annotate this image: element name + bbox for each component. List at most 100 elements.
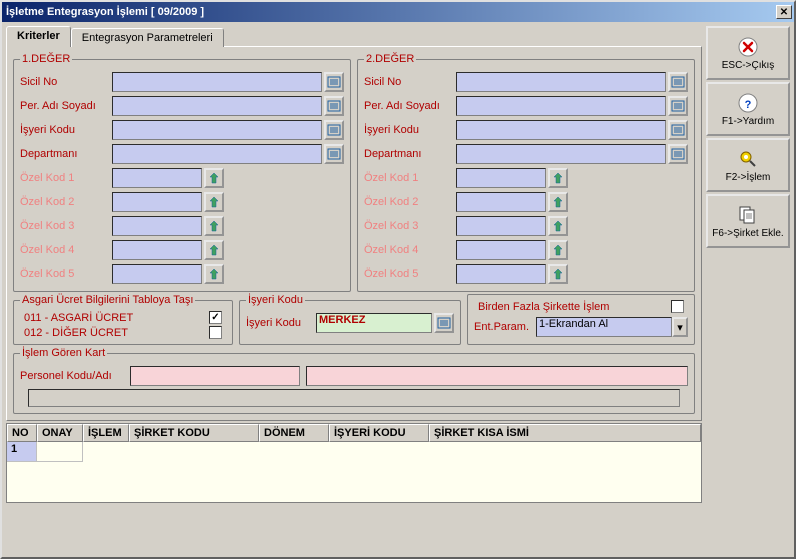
label-sicil-1: Sicil No bbox=[20, 76, 112, 88]
label-o1-1: Özel Kod 1 bbox=[20, 172, 112, 184]
group-islem-goren: İşlem Gören Kart Personel Kodu/Adı bbox=[13, 347, 695, 414]
table-row[interactable]: 1 bbox=[7, 442, 701, 462]
label-dep-1: Departmanı bbox=[20, 148, 112, 160]
lookup-isyeri-2[interactable] bbox=[668, 120, 688, 140]
lookup-isyeri-kodu[interactable] bbox=[434, 313, 454, 333]
checkbox-asgari-011[interactable]: ✓ bbox=[209, 311, 222, 324]
lookup-dep-1[interactable] bbox=[324, 144, 344, 164]
input-isyeri-kodu[interactable]: MERKEZ bbox=[316, 313, 432, 333]
input-dep-1[interactable] bbox=[112, 144, 322, 164]
label-o5-1: Özel Kod 5 bbox=[20, 268, 112, 280]
input-o1-2[interactable] bbox=[456, 168, 546, 188]
grid-cell-onay bbox=[37, 442, 83, 462]
button-f1-label: F1->Yardım bbox=[722, 116, 774, 127]
button-f6-sirket-ekle[interactable]: F6->Şirket Ekle. bbox=[706, 194, 790, 248]
list-icon bbox=[671, 123, 685, 137]
tree-icon bbox=[207, 171, 221, 185]
grid-col-no[interactable]: NO bbox=[7, 424, 37, 442]
input-per-2[interactable] bbox=[456, 96, 666, 116]
lookup-o3-1[interactable] bbox=[204, 216, 224, 236]
lookup-o5-2[interactable] bbox=[548, 264, 568, 284]
button-esc-cikis[interactable]: ESC->Çıkış bbox=[706, 26, 790, 80]
tab-entegrasyon-parametreleri[interactable]: Entegrasyon Parametreleri bbox=[71, 28, 224, 47]
group-deger2: 2.DEĞER Sicil No Per. Adı Soyadı İşyeri … bbox=[357, 53, 695, 292]
checkbox-birden-fazla[interactable] bbox=[671, 300, 684, 313]
grid-col-donem[interactable]: DÖNEM bbox=[259, 424, 329, 442]
lookup-dep-2[interactable] bbox=[668, 144, 688, 164]
list-icon bbox=[671, 99, 685, 113]
tab-strip: Kriterler Entegrasyon Parametreleri bbox=[6, 26, 702, 47]
input-personel-adi[interactable] bbox=[306, 366, 688, 386]
tree-icon bbox=[551, 243, 565, 257]
grid-col-islem[interactable]: İŞLEM bbox=[83, 424, 129, 442]
label-per-2: Per. Adı Soyadı bbox=[364, 100, 456, 112]
input-isyeri-1[interactable] bbox=[112, 120, 322, 140]
label-o3-1: Özel Kod 3 bbox=[20, 220, 112, 232]
input-o3-2[interactable] bbox=[456, 216, 546, 236]
grid-col-sirket-kisa[interactable]: ŞİRKET KISA İSMİ bbox=[429, 424, 701, 442]
group-sirket: Birden Fazla Şirkette İşlem Ent.Param. 1… bbox=[467, 294, 695, 345]
input-personel-kodu[interactable] bbox=[130, 366, 300, 386]
lookup-per-1[interactable] bbox=[324, 96, 344, 116]
gear-icon bbox=[737, 148, 759, 170]
label-o4-2: Özel Kod 4 bbox=[364, 244, 456, 256]
lookup-o4-2[interactable] bbox=[548, 240, 568, 260]
input-o1-1[interactable] bbox=[112, 168, 202, 188]
grid-col-sirket-kodu[interactable]: ŞİRKET KODU bbox=[129, 424, 259, 442]
tree-icon bbox=[207, 267, 221, 281]
button-f1-yardim[interactable]: ? F1->Yardım bbox=[706, 82, 790, 136]
tree-icon bbox=[551, 171, 565, 185]
input-sicil-1[interactable] bbox=[112, 72, 322, 92]
button-f6-label: F6->Şirket Ekle. bbox=[712, 228, 783, 239]
combo-ent-param-drop[interactable]: ▾ bbox=[672, 317, 688, 337]
label-sicil-2: Sicil No bbox=[364, 76, 456, 88]
input-o2-1[interactable] bbox=[112, 192, 202, 212]
lookup-o5-1[interactable] bbox=[204, 264, 224, 284]
grid-body: 1 bbox=[7, 442, 701, 502]
status-bar bbox=[28, 389, 680, 407]
group-asgari: Asgari Ücret Bilgilerini Tabloya Taşı 01… bbox=[13, 294, 233, 345]
group-asgari-legend: Asgari Ücret Bilgilerini Tabloya Taşı bbox=[20, 294, 195, 306]
lookup-o4-1[interactable] bbox=[204, 240, 224, 260]
input-isyeri-2[interactable] bbox=[456, 120, 666, 140]
list-icon bbox=[671, 147, 685, 161]
lookup-o3-2[interactable] bbox=[548, 216, 568, 236]
combo-ent-param[interactable]: 1-Ekrandan Al bbox=[536, 317, 672, 337]
tree-icon bbox=[207, 243, 221, 257]
grid-col-isyeri-kodu[interactable]: İŞYERİ KODU bbox=[329, 424, 429, 442]
tab-kriterler[interactable]: Kriterler bbox=[6, 26, 71, 47]
lookup-sicil-1[interactable] bbox=[324, 72, 344, 92]
input-o4-1[interactable] bbox=[112, 240, 202, 260]
lookup-o1-2[interactable] bbox=[548, 168, 568, 188]
label-o2-2: Özel Kod 2 bbox=[364, 196, 456, 208]
side-buttons: ESC->Çıkış ? F1->Yardım F2->İşlem F6->Şi… bbox=[704, 24, 792, 555]
close-button[interactable]: ✕ bbox=[776, 5, 792, 19]
checkbox-asgari-012[interactable] bbox=[209, 326, 222, 339]
lookup-per-2[interactable] bbox=[668, 96, 688, 116]
lookup-o2-1[interactable] bbox=[204, 192, 224, 212]
lookup-o2-2[interactable] bbox=[548, 192, 568, 212]
lookup-o1-1[interactable] bbox=[204, 168, 224, 188]
input-o3-1[interactable] bbox=[112, 216, 202, 236]
input-o5-1[interactable] bbox=[112, 264, 202, 284]
input-o4-2[interactable] bbox=[456, 240, 546, 260]
input-per-1[interactable] bbox=[112, 96, 322, 116]
help-icon: ? bbox=[737, 92, 759, 114]
tree-icon bbox=[551, 219, 565, 233]
input-o5-2[interactable] bbox=[456, 264, 546, 284]
grid-col-onay[interactable]: ONAY bbox=[37, 424, 83, 442]
lookup-sicil-2[interactable] bbox=[668, 72, 688, 92]
input-dep-2[interactable] bbox=[456, 144, 666, 164]
input-o2-2[interactable] bbox=[456, 192, 546, 212]
button-esc-label: ESC->Çıkış bbox=[722, 60, 775, 71]
list-icon bbox=[671, 75, 685, 89]
lookup-isyeri-1[interactable] bbox=[324, 120, 344, 140]
input-sicil-2[interactable] bbox=[456, 72, 666, 92]
chevron-down-icon: ▾ bbox=[677, 321, 683, 334]
grid-cell-no: 1 bbox=[7, 442, 37, 462]
window-title: İşletme Entegrasyon İşlemi [ 09/2009 ] bbox=[6, 6, 776, 18]
label-isyeri-2: İşyeri Kodu bbox=[364, 124, 456, 136]
label-isyeri-1: İşyeri Kodu bbox=[20, 124, 112, 136]
button-f2-islem[interactable]: F2->İşlem bbox=[706, 138, 790, 192]
button-f2-label: F2->İşlem bbox=[726, 172, 771, 183]
